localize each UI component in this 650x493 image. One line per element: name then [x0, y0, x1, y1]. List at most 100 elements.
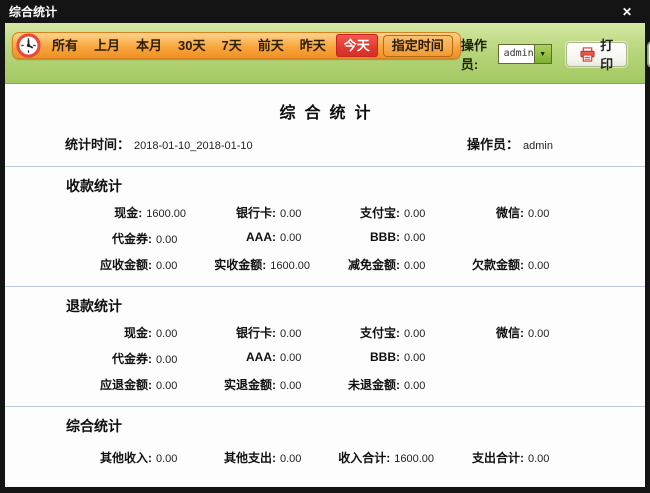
- section-title-summary: 综合统计: [66, 416, 645, 436]
- stat-value: 0.00: [280, 352, 301, 364]
- app-window: 综合统计 ✕ 所有上月本月30天7天前天昨天今天指定时间 操作员:: [0, 0, 650, 493]
- stat-cell: AAA:0.00: [186, 350, 310, 367]
- stat-label: 应退金额:: [62, 376, 152, 393]
- operator-select[interactable]: admin ▼: [498, 44, 552, 64]
- print-button[interactable]: 打印: [566, 42, 628, 67]
- stat-label: 收入合计:: [310, 449, 390, 466]
- report-panel: 综合统计 统计时间： 2018-01-10_2018-01-10 操作员： ad…: [5, 84, 645, 487]
- stat-value: 0.00: [404, 328, 425, 340]
- stat-value: 0.00: [404, 208, 425, 220]
- stat-label: 减免金额:: [310, 256, 400, 273]
- stat-label: 银行卡:: [186, 324, 276, 341]
- section-receipts: 收款统计现金:1600.00银行卡:0.00支付宝:0.00微信:0.00代金券…: [5, 166, 645, 273]
- operator-label: 操作员:: [461, 35, 493, 73]
- stat-time-value: 2018-01-10_2018-01-10: [134, 140, 253, 152]
- stat-grid: 其他收入: 0.00 其他支出: 0.00 收入合计: 1600.00支出合计:0.00: [62, 449, 645, 466]
- stat-value: 0.00: [156, 453, 177, 465]
- stat-cell: 现金:1600.00: [62, 204, 186, 221]
- filter-button-all[interactable]: 所有: [44, 33, 86, 58]
- section-divider: [5, 406, 645, 407]
- close-icon[interactable]: ✕: [622, 6, 632, 18]
- stat-label: 支付宝:: [310, 324, 400, 341]
- stat-value: 1600.00: [394, 453, 434, 465]
- stat-grid: 现金:1600.00银行卡:0.00支付宝:0.00微信:0.00代金券:0.0…: [62, 204, 645, 273]
- report-operator-value: admin: [523, 140, 553, 152]
- filter-button-7-days[interactable]: 7天: [214, 33, 250, 58]
- stat-value: 0.00: [156, 328, 177, 340]
- filter-button-30-days[interactable]: 30天: [170, 33, 213, 58]
- section-title-refunds: 退款统计: [66, 296, 645, 316]
- stat-value: 0.00: [404, 380, 425, 392]
- stat-time: 统计时间： 2018-01-10_2018-01-10: [65, 134, 253, 153]
- stat-cell: 实收金额: 1600.00: [186, 256, 310, 273]
- stat-value: 1600.00: [270, 260, 310, 272]
- stat-value: 0.00: [280, 232, 301, 244]
- report-operator-label: 操作员：: [467, 134, 519, 153]
- stat-value: 0.00: [280, 453, 301, 465]
- stat-cell: 欠款金额: 0.00: [434, 256, 558, 273]
- stat-label: BBB:: [310, 350, 400, 364]
- chevron-down-icon[interactable]: ▼: [534, 45, 551, 63]
- filter-button-this-month[interactable]: 本月: [128, 33, 170, 58]
- filter-button-today[interactable]: 今天: [336, 34, 378, 57]
- filter-buttons: 所有上月本月30天7天前天昨天今天指定时间: [44, 33, 455, 58]
- stat-cell: BBB:0.00: [310, 230, 434, 247]
- stat-value: 0.00: [280, 208, 301, 220]
- stat-label: 欠款金额:: [434, 256, 524, 273]
- report-operator: 操作员： admin: [467, 134, 553, 153]
- operator-select-value: admin: [499, 45, 534, 63]
- filter-button-yesterday[interactable]: 昨天: [292, 33, 334, 58]
- stat-value: 0.00: [528, 328, 549, 340]
- filter-button-day-before-yesterday[interactable]: 前天: [250, 33, 292, 58]
- filter-button-last-month[interactable]: 上月: [86, 33, 128, 58]
- stat-label: 现金:: [62, 204, 142, 221]
- section-divider: [5, 166, 645, 167]
- stat-cell: 现金: 0.00: [62, 324, 186, 341]
- section-summary: 综合统计其他收入: 0.00 其他支出: 0.00 收入合计: 1600.00支出合计:0…: [5, 406, 645, 466]
- stat-cell: 代金券: 0.00: [62, 350, 186, 367]
- stat-value: 0.00: [156, 354, 177, 366]
- stat-cell: [434, 376, 558, 393]
- stat-cell: 微信: 0.00: [434, 204, 558, 221]
- stat-cell: 其他收入: 0.00: [62, 449, 186, 466]
- stat-value: 0.00: [156, 260, 177, 272]
- stat-cell: 代金券:0.00: [62, 230, 186, 247]
- stat-cell: 实退金额: 0.00: [186, 376, 310, 393]
- stat-label: 其他支出:: [186, 449, 276, 466]
- printer-icon: [580, 47, 595, 62]
- stat-cell: BBB: 0.00: [310, 350, 434, 367]
- stat-label: 支出合计:: [434, 449, 524, 466]
- stat-cell: 应退金额: 0.00: [62, 376, 186, 393]
- stat-cell: [434, 350, 558, 367]
- stat-cell: 应收金额: 0.00: [62, 256, 186, 273]
- stat-cell: 其他支出: 0.00: [186, 449, 310, 466]
- section-refunds: 退款统计现金: 0.00 银行卡: 0.00 支付宝: 0.00 微信: 0.00 代金券: 0.…: [5, 286, 645, 393]
- stat-label: 实收金额:: [186, 256, 266, 273]
- stat-label: 现金:: [62, 324, 152, 341]
- stat-value: 0.00: [280, 328, 301, 340]
- stat-label: 实退金额:: [186, 376, 276, 393]
- toolbar-right: 操作员: admin ▼ 打印: [461, 35, 650, 73]
- stat-label: BBB:: [310, 230, 400, 244]
- section-divider: [5, 286, 645, 287]
- stat-cell: 支付宝:0.00: [310, 204, 434, 221]
- stat-label: 应收金额:: [62, 256, 152, 273]
- filter-button-custom-range[interactable]: 指定时间: [383, 35, 453, 57]
- stat-cell: 银行卡:0.00: [186, 204, 310, 221]
- stat-cell: 支出合计:0.00: [434, 449, 558, 466]
- stat-label: 微信:: [434, 204, 524, 221]
- stat-label: 代金券:: [62, 350, 152, 367]
- stat-value: 0.00: [528, 208, 549, 220]
- stat-cell: AAA:0.00: [186, 230, 310, 247]
- stat-value: 0.00: [156, 380, 177, 392]
- stat-value: 0.00: [528, 260, 549, 272]
- stat-value: 0.00: [404, 352, 425, 364]
- titlebar: 综合统计 ✕: [5, 0, 645, 23]
- stat-label: 其他收入:: [62, 449, 152, 466]
- stat-cell: 银行卡: 0.00: [186, 324, 310, 341]
- stat-value: 0.00: [280, 380, 301, 392]
- stat-cell: 未退金额:0.00: [310, 376, 434, 393]
- window-title: 综合统计: [9, 3, 57, 20]
- stat-cell: 支付宝: 0.00: [310, 324, 434, 341]
- stat-label: 微信:: [434, 324, 524, 341]
